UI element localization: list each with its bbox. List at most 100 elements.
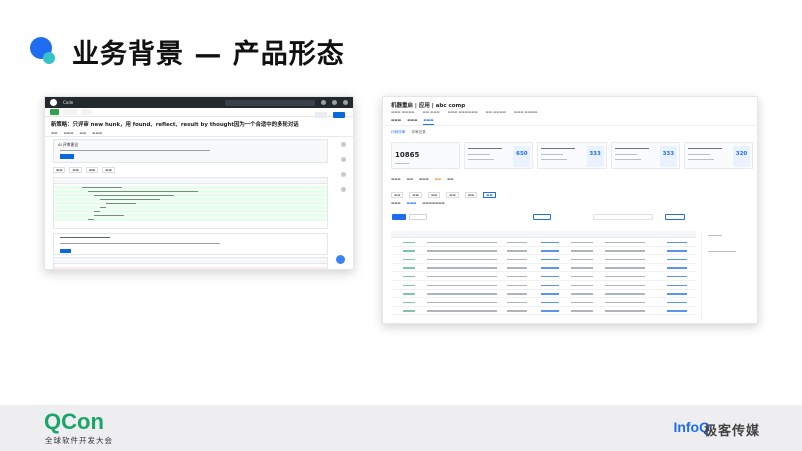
review-table — [391, 231, 696, 319]
filter-highlight: ▬▬ — [434, 177, 442, 181]
slide-footer: QCon 全球软件开发大会 InfoQ 极客传媒 — [0, 405, 802, 451]
filter-chip: ▬▬ — [102, 167, 115, 173]
rail-icon — [341, 157, 346, 162]
filter-chip-active: ▬▬ — [483, 192, 496, 198]
stat-card-badge: 650 — [513, 146, 531, 167]
primary-button — [333, 112, 345, 118]
side-panel-text — [708, 251, 736, 253]
comment-reply-button — [60, 249, 71, 253]
stat-card-detail — [468, 154, 491, 156]
filter-row: ▬▬▬ ▬▬ ▬▬▬ ▬▬ ▬▬ — [391, 177, 454, 181]
stat-card: 10865 — [391, 142, 461, 169]
diff-added-line — [54, 202, 327, 205]
diff-added-line — [54, 218, 327, 221]
partner-name: 极客传媒 — [703, 424, 760, 439]
diff-file-header — [54, 258, 327, 264]
pr-tab-strip — [45, 108, 353, 117]
tab-placeholder: ▬▬▬ — [391, 118, 402, 122]
ai-panel-text — [60, 150, 210, 152]
filter-chip: ▬▬ — [446, 192, 459, 198]
qcon-subtitle: 全球软件开发大会 — [45, 436, 113, 445]
toolbar-button — [533, 214, 551, 220]
filter-chip: ▬▬ — [427, 192, 441, 198]
stat-cards: 10865 650 333 333 320 — [391, 142, 754, 169]
code-line — [100, 207, 106, 209]
diff-filter-chips: ▬▬ ▬▬ ▬▬ ▬▬ — [53, 167, 115, 173]
filter-label: ▬▬ — [406, 177, 414, 181]
stat-card: 320 — [683, 142, 754, 169]
dashboard-subtabs: 代码评审 评审记录 — [383, 126, 757, 139]
filter-chip: ▬▬ — [464, 192, 478, 198]
pr-title: 新策略：只评审 new hunk，用 found、reflect、result … — [51, 122, 299, 128]
filter-label: ▬▬▬ — [391, 177, 401, 181]
table-row — [391, 281, 696, 290]
stat-card-name — [541, 148, 576, 150]
code-diff-block — [53, 257, 328, 269]
stat-card-detail — [687, 159, 714, 161]
secondary-button — [315, 112, 327, 118]
filter-chip: ▬▬ — [53, 167, 66, 173]
table-row — [391, 272, 696, 281]
stat-card-value: 333 — [589, 151, 601, 157]
code-review-screenshot: Code 新策略：只评审 new hunk，用 found、reflect、re… — [44, 96, 354, 270]
app-logo-icon — [50, 99, 57, 106]
code-line — [82, 187, 122, 189]
subtab-code-review: 代码评审 — [391, 130, 406, 134]
slide: 业务背景 — 产品形态 Code 新策略：只评审 new hunk，用 foun… — [0, 0, 802, 451]
meta-tab: ▬▬ — [79, 131, 87, 135]
table-row — [391, 255, 696, 264]
filter-chip: ▬▬ — [85, 167, 99, 173]
meta-tab: ▬▬ — [51, 131, 58, 135]
avatar — [343, 100, 348, 105]
branch-tag — [81, 109, 92, 115]
stat-card-value: 650 — [516, 151, 528, 157]
meta-item: ▬▬ ▬▬▬ — [422, 110, 440, 114]
dashboard-title: 机器重启 | 应用 | abc comp — [391, 103, 466, 109]
meta-item: ▬▬▬ ▬▬▬▬ — [513, 110, 538, 114]
rail-icon — [341, 142, 346, 147]
ai-panel-title: AI 评审建议 — [58, 142, 79, 147]
notification-icon — [321, 100, 326, 105]
meta-tab: ▬▬▬ — [63, 131, 74, 135]
diff-file-header — [54, 178, 327, 184]
meta-item: ▬▬▬ ▬▬▬▬ — [391, 110, 415, 114]
diff-added-line — [54, 198, 327, 201]
rail-icon — [341, 187, 346, 192]
code-line — [88, 191, 198, 193]
info-link: ▬▬▬ — [406, 201, 417, 205]
ai-action-button — [60, 154, 74, 159]
stat-card-detail — [541, 154, 564, 156]
primary-button — [392, 214, 406, 220]
chip-row: ▬▬ ▬▬ ▬▬ ▬▬ ▬▬ ▬▬ — [391, 192, 496, 198]
comment-text — [60, 243, 220, 245]
meta-tab: ▬▬▬ — [92, 131, 103, 135]
stat-card-detail — [468, 159, 495, 161]
stat-card-value: 320 — [735, 151, 748, 157]
diff-removed-line — [54, 267, 327, 269]
add-button — [665, 214, 685, 220]
stat-card: 333 — [610, 142, 680, 169]
table-row — [391, 264, 696, 273]
filter-chip: ▬▬ — [409, 192, 422, 198]
table-row — [391, 238, 696, 247]
info-label: ▬▬▬ — [391, 201, 401, 205]
meta-item: ▬▬ ▬▬▬▬ — [485, 110, 506, 114]
stat-card-caption — [395, 163, 409, 165]
rail-icon — [341, 172, 346, 177]
stat-card-detail — [614, 159, 641, 161]
info-label: ▬▬▬▬▬▬▬ — [422, 201, 445, 205]
stat-card-name — [614, 148, 649, 150]
code-line — [100, 199, 160, 201]
table-header — [391, 231, 696, 238]
filter-chip: ▬▬ — [69, 167, 82, 173]
code-diff-block — [53, 177, 328, 229]
stat-card-total: 10865 — [395, 151, 420, 159]
comment-author — [60, 237, 110, 239]
right-rail-icons — [341, 142, 347, 202]
filter-label: ▬▬▬ — [419, 177, 429, 181]
secondary-button — [409, 214, 427, 220]
table-row — [391, 298, 696, 307]
stat-card-badge: 333 — [586, 146, 604, 167]
stat-card-value: 333 — [662, 151, 675, 157]
top-nav-brand: Code — [63, 100, 74, 105]
